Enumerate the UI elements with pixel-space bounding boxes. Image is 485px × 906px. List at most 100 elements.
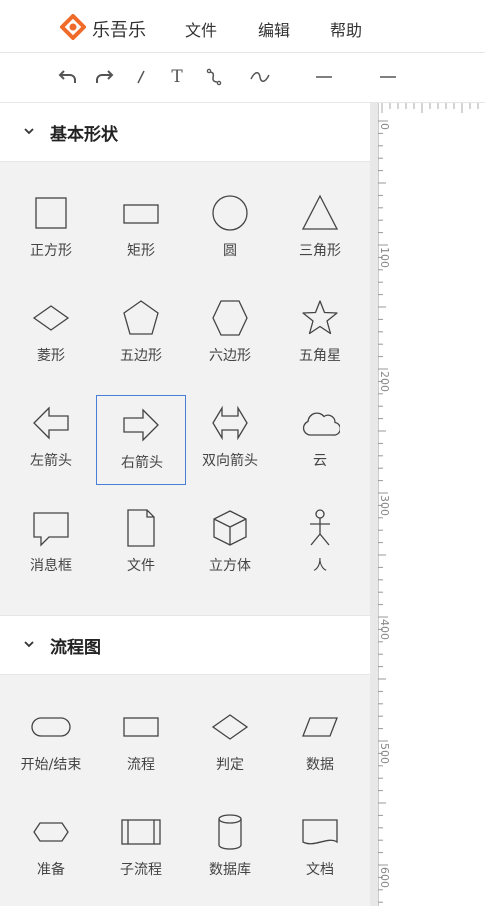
shape-start-end[interactable]: 开始/结束 <box>6 697 96 787</box>
ruler-label: 600 <box>378 867 391 888</box>
wave-icon[interactable] <box>248 65 272 89</box>
shape-label: 判定 <box>216 757 244 773</box>
shape-star[interactable]: 五角星 <box>275 288 365 378</box>
shape-right-arrow[interactable]: 右箭头 <box>96 395 186 485</box>
shape-data[interactable]: 数据 <box>275 697 365 787</box>
curve-connector-icon[interactable] <box>202 65 226 89</box>
shape-label: 右箭头 <box>121 455 163 471</box>
line-icon[interactable] <box>129 65 153 89</box>
ruler-label: 300 <box>378 495 391 516</box>
shape-process[interactable]: 流程 <box>96 697 186 787</box>
text-icon[interactable]: T <box>165 65 189 89</box>
line-style-icon[interactable] <box>312 65 336 89</box>
circle-icon <box>212 195 248 231</box>
undo-icon[interactable] <box>56 65 80 89</box>
triangle-icon <box>301 194 339 230</box>
square-icon <box>35 197 67 229</box>
shape-label: 数据库 <box>209 862 251 878</box>
shape-label: 云 <box>313 453 327 469</box>
cube-icon <box>213 510 247 546</box>
shape-label: 五边形 <box>120 348 162 364</box>
shape-preparation[interactable]: 准备 <box>6 802 96 892</box>
shape-diamond[interactable]: 菱形 <box>6 288 96 378</box>
shape-label: 菱形 <box>37 348 65 364</box>
shape-double-arrow[interactable]: 双向箭头 <box>185 393 275 483</box>
chevron-down-icon <box>24 641 34 648</box>
shape-label: 矩形 <box>127 243 155 259</box>
shape-decision[interactable]: 判定 <box>185 697 275 787</box>
shape-label: 数据 <box>306 757 334 773</box>
shape-label: 流程 <box>127 757 155 773</box>
shape-label: 开始/结束 <box>20 757 82 773</box>
shape-label: 准备 <box>37 862 65 878</box>
shape-label: 消息框 <box>30 558 72 574</box>
document-icon <box>302 819 338 845</box>
shape-cube[interactable]: 立方体 <box>185 498 275 588</box>
menu-help[interactable]: 帮助 <box>330 17 362 41</box>
cloud-icon <box>302 412 340 436</box>
app-name: 乐吾乐 <box>92 20 146 41</box>
shape-label: 六边形 <box>209 348 251 364</box>
shape-label: 正方形 <box>30 243 72 259</box>
pentagon-icon <box>123 300 159 335</box>
section-header-flowchart[interactable]: 流程图 <box>0 615 370 675</box>
shape-person[interactable]: 人 <box>275 498 365 588</box>
line-width-icon[interactable] <box>376 65 400 89</box>
section-title: 基本形状 <box>50 125 118 145</box>
shape-message-box[interactable]: 消息框 <box>6 498 96 588</box>
shape-label: 人 <box>313 558 327 574</box>
terminator-icon <box>31 717 71 737</box>
data-parallelogram-icon <box>302 717 338 737</box>
section-header-basic-shapes[interactable]: 基本形状 <box>0 103 370 162</box>
menu-edit[interactable]: 编辑 <box>258 17 290 41</box>
menu-file[interactable]: 文件 <box>185 17 217 41</box>
hexagon-icon <box>212 300 248 336</box>
right-arrow-icon <box>123 408 159 442</box>
shape-cloud[interactable]: 云 <box>275 393 365 483</box>
shape-hexagon[interactable]: 六边形 <box>185 288 275 378</box>
ruler-label: 200 <box>378 371 391 392</box>
shape-circle[interactable]: 圆 <box>185 183 275 273</box>
diamond-icon <box>32 305 70 331</box>
subprocess-icon <box>121 819 161 845</box>
section-title: 流程图 <box>50 638 101 658</box>
shape-subprocess[interactable]: 子流程 <box>96 802 186 892</box>
shape-rectangle[interactable]: 矩形 <box>96 183 186 273</box>
logo-icon <box>60 14 86 44</box>
ruler-label: 100 <box>378 247 391 268</box>
shape-square[interactable]: 正方形 <box>6 183 96 273</box>
shape-sidebar: 基本形状 正方形 矩形 圆 三角形 菱形 五边形 六边形 五角星 左箭头 右箭头… <box>0 103 370 906</box>
shape-label: 子流程 <box>120 862 162 878</box>
shape-label: 五角星 <box>299 348 341 364</box>
ruler-label: 400 <box>378 619 391 640</box>
person-icon <box>310 509 330 546</box>
shape-label: 文档 <box>306 862 334 878</box>
menu-bar: 乐吾乐 文件 编辑 帮助 <box>0 0 485 53</box>
chevron-down-icon <box>24 128 34 135</box>
toolbar: T <box>0 53 485 103</box>
shape-pentagon[interactable]: 五边形 <box>96 288 186 378</box>
message-box-icon <box>33 512 69 547</box>
brand[interactable]: 乐吾乐 <box>60 14 146 44</box>
shape-left-arrow[interactable]: 左箭头 <box>6 393 96 483</box>
shape-file[interactable]: 文件 <box>96 498 186 588</box>
shape-label: 双向箭头 <box>202 453 258 469</box>
canvas-ruler: 0 100 200 300 400 500 600 <box>370 103 485 906</box>
shape-label: 立方体 <box>209 558 251 574</box>
shape-label: 圆 <box>223 243 237 259</box>
star-icon <box>302 300 338 335</box>
left-arrow-icon <box>33 406 69 440</box>
database-icon <box>218 814 242 850</box>
shape-label: 三角形 <box>299 243 341 259</box>
shape-label: 文件 <box>127 558 155 574</box>
shape-triangle[interactable]: 三角形 <box>275 183 365 273</box>
process-icon <box>123 717 159 737</box>
shape-document[interactable]: 文档 <box>275 802 365 892</box>
ruler-ticks: 0 100 200 300 400 500 600 <box>378 103 479 903</box>
shape-database[interactable]: 数据库 <box>185 802 275 892</box>
decision-icon <box>211 714 249 740</box>
double-arrow-icon <box>212 405 248 441</box>
preparation-icon <box>33 822 69 842</box>
redo-icon[interactable] <box>92 65 116 89</box>
text-tool-label: T <box>171 67 183 87</box>
